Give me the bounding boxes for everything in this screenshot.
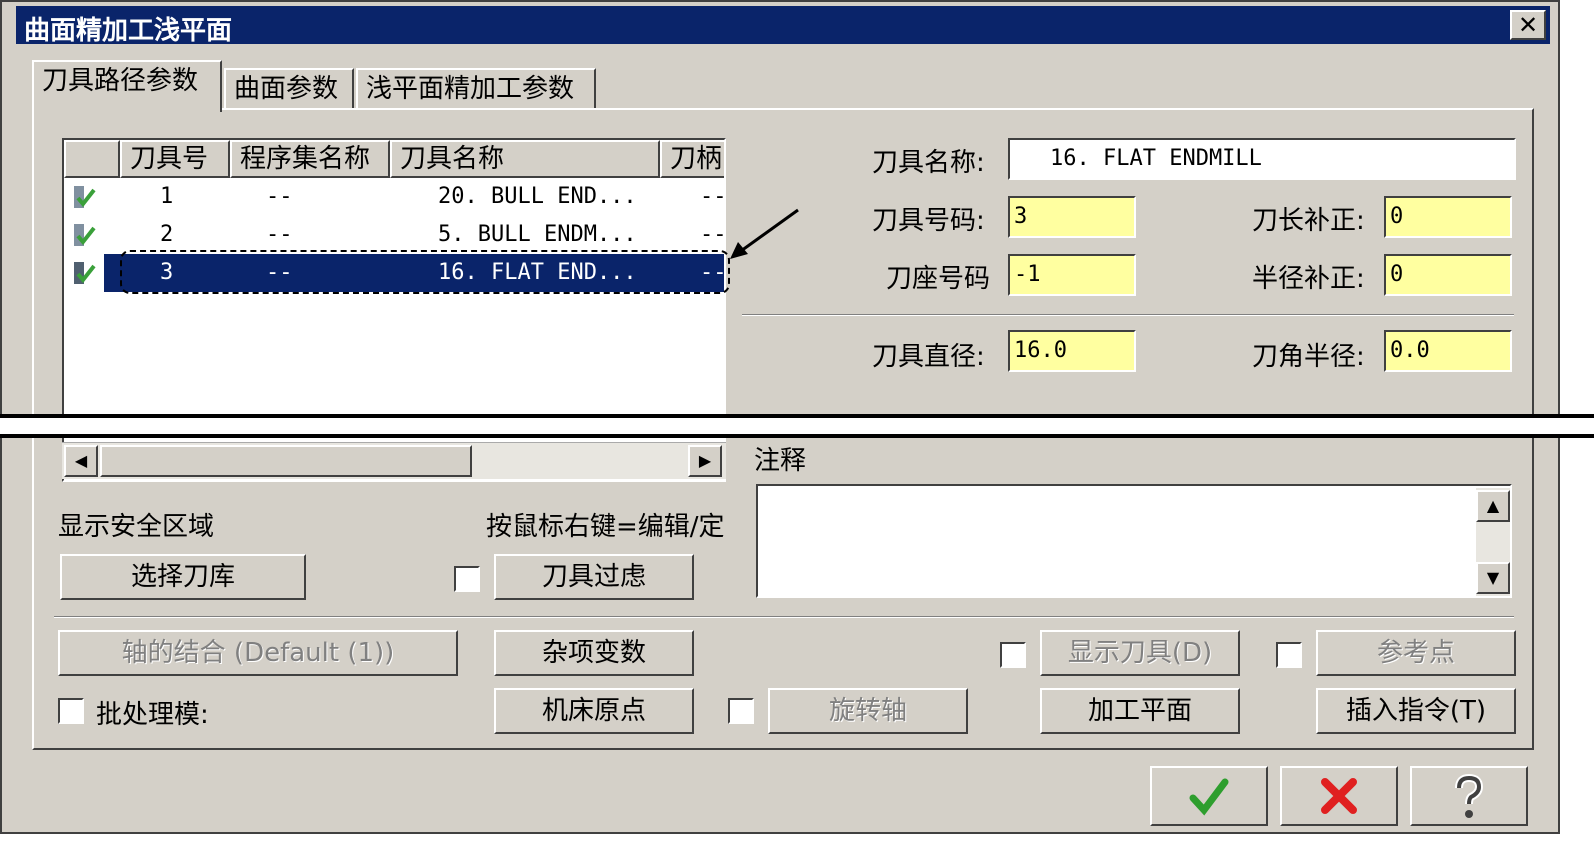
tab-label: 刀具路径参数	[42, 66, 199, 96]
scroll-right-button[interactable]: ▶	[688, 445, 722, 477]
column-header-tool-number[interactable]: 刀具号	[120, 140, 230, 178]
tab-surface-params[interactable]: 曲面参数	[224, 68, 354, 110]
select-library-button[interactable]: 选择刀库	[60, 554, 306, 600]
tab-label: 浅平面精加工参数	[366, 74, 575, 104]
check-icon	[74, 262, 96, 284]
corner-radius-field[interactable]: 0.0	[1384, 330, 1512, 372]
scroll-down-icon: ▼	[1486, 568, 1500, 587]
close-icon: ✕	[1517, 11, 1539, 39]
selection-callout-box	[120, 250, 730, 294]
holder-number-label: 刀座号码	[886, 264, 991, 294]
cancel-button[interactable]	[1280, 766, 1398, 826]
check-icon	[74, 186, 96, 208]
machine-origin-button[interactable]: 机床原点	[494, 688, 694, 734]
column-header-holder[interactable]: 刀柄	[660, 140, 724, 178]
comment-textarea[interactable]: ▲ ▼	[756, 484, 1512, 598]
close-button[interactable]: ✕	[1510, 10, 1546, 40]
radius-offset-label: 半径补正:	[1252, 264, 1365, 294]
holder-number-field[interactable]: -1	[1008, 254, 1136, 296]
right-click-hint-label: 按鼠标右键=编辑/定	[486, 512, 725, 542]
scroll-up-button[interactable]: ▲	[1476, 490, 1510, 522]
scroll-down-button[interactable]: ▼	[1476, 562, 1510, 594]
diameter-field[interactable]: 16.0	[1008, 330, 1136, 372]
column-header-group-name[interactable]: 程序集名称	[230, 140, 390, 178]
title-bar: 曲面精加工浅平面 ✕	[16, 6, 1550, 46]
scroll-left-icon: ◀	[74, 451, 88, 470]
cell-holder: --	[700, 184, 726, 209]
length-offset-label: 刀长补正:	[1252, 206, 1365, 236]
window-title: 曲面精加工浅平面	[24, 16, 233, 46]
column-header-icon[interactable]	[64, 140, 120, 178]
ok-check-icon	[1189, 778, 1229, 816]
separator	[54, 616, 1514, 618]
scroll-up-icon: ▲	[1486, 496, 1500, 515]
rotary-axis-checkbox[interactable]	[728, 698, 754, 724]
tool-list-hscrollbar[interactable]: ◀ ▶	[62, 442, 726, 479]
diameter-label: 刀具直径:	[872, 342, 985, 372]
misc-values-button[interactable]: 杂项变数	[494, 630, 694, 676]
cell-tool-name: 5. BULL ENDM...	[438, 222, 637, 247]
check-icon	[74, 224, 96, 246]
tool-name-field[interactable]: 16. FLAT ENDMILL	[1008, 138, 1516, 180]
reference-point-checkbox[interactable]	[1276, 642, 1302, 668]
batch-mode-checkbox[interactable]	[58, 698, 84, 724]
cell-group-name: --	[266, 222, 293, 247]
tab-toolpath-params[interactable]: 刀具路径参数	[32, 60, 222, 112]
ok-button[interactable]	[1150, 766, 1268, 826]
length-offset-field[interactable]: 0	[1384, 196, 1512, 238]
tool-number-label: 刀具号码:	[872, 206, 985, 236]
cell-tool-number: 1	[160, 184, 174, 209]
tool-filter-button[interactable]: 刀具过虑	[494, 554, 694, 600]
scroll-thumb[interactable]	[100, 445, 472, 477]
rotary-axis-button[interactable]: 旋转轴	[768, 688, 968, 734]
show-tool-button[interactable]: 显示刀具(D)	[1040, 630, 1240, 676]
tab-label: 曲面参数	[234, 74, 339, 104]
image-break-line	[0, 434, 1594, 438]
table-row[interactable]: 2 -- 5. BULL ENDM... --	[64, 216, 726, 254]
comment-vscrollbar[interactable]: ▲ ▼	[1476, 488, 1510, 596]
help-button[interactable]	[1410, 766, 1528, 826]
work-plane-button[interactable]: 加工平面	[1040, 688, 1240, 734]
cell-holder: --	[700, 222, 726, 247]
tool-list-header: 刀具号 程序集名称 刀具名称 刀柄	[64, 140, 724, 178]
tool-number-field[interactable]: 3	[1008, 196, 1136, 238]
help-question-icon	[1455, 773, 1484, 818]
column-header-tool-name[interactable]: 刀具名称	[390, 140, 660, 178]
tool-filter-checkbox[interactable]	[454, 566, 480, 592]
image-break-line	[0, 414, 1594, 418]
table-row[interactable]: 1 -- 20. BULL END... --	[64, 178, 726, 216]
callout-arrow-icon	[730, 208, 799, 259]
cancel-x-icon	[1321, 778, 1357, 814]
separator	[742, 314, 1514, 316]
tab-shallow-finish-params[interactable]: 浅平面精加工参数	[356, 68, 596, 110]
axis-combination-button[interactable]: 轴的结合 (Default (1))	[58, 630, 458, 676]
insert-command-button[interactable]: 插入指令(T)	[1316, 688, 1516, 734]
show-tool-checkbox[interactable]	[1000, 642, 1026, 668]
cell-tool-name: 20. BULL END...	[438, 184, 637, 209]
reference-point-button[interactable]: 参考点	[1316, 630, 1516, 676]
comment-label: 注释	[754, 446, 807, 476]
scroll-right-icon: ▶	[698, 451, 712, 470]
show-safe-zone-label: 显示安全区域	[58, 512, 215, 542]
corner-radius-label: 刀角半径:	[1252, 342, 1365, 372]
scroll-left-button[interactable]: ◀	[64, 445, 98, 477]
radius-offset-field[interactable]: 0	[1384, 254, 1512, 296]
batch-mode-label: 批处理模:	[96, 700, 209, 730]
cell-tool-number: 2	[160, 222, 174, 247]
tool-name-label: 刀具名称:	[872, 148, 985, 178]
cell-group-name: --	[266, 184, 293, 209]
